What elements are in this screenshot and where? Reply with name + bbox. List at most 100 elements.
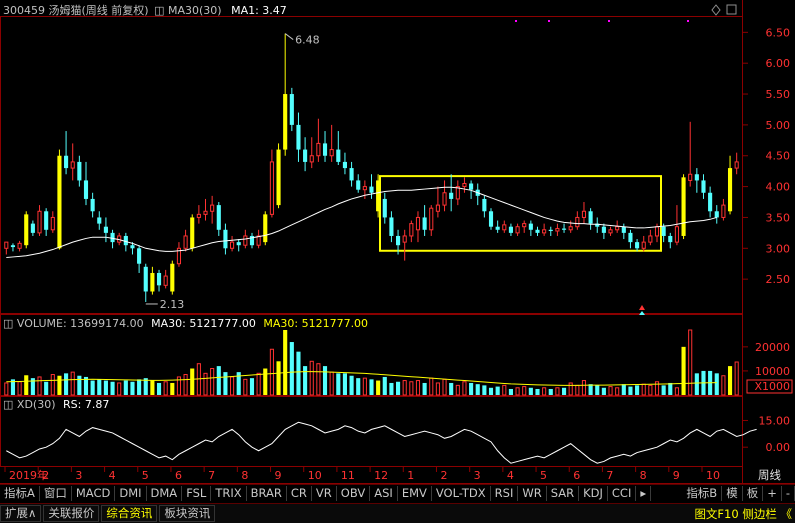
candle-body [203, 210, 208, 215]
indicator-tab-5[interactable]: FSL [182, 486, 212, 501]
volume-bar [429, 377, 434, 396]
volume-bar [44, 381, 49, 395]
indicator-tab-18[interactable]: CCI [608, 486, 637, 501]
ma-box-icon[interactable]: ◫ [154, 4, 164, 17]
candle-body [654, 226, 660, 237]
volume-bar [156, 382, 162, 395]
volume-bar [296, 351, 301, 395]
period-tab-weekly[interactable]: 周线 [744, 468, 795, 483]
volume-bar [70, 371, 75, 396]
volume-value: VOLUME: 13699174.00 [16, 317, 144, 330]
indicator-right-3[interactable]: + [763, 486, 782, 501]
volume-bar [475, 384, 480, 395]
volume-bar [694, 373, 699, 395]
volume-bar [90, 380, 95, 395]
volume-bar [581, 380, 587, 396]
candle-body [488, 211, 494, 227]
volume-bar [137, 379, 142, 395]
candle-body [648, 235, 653, 243]
diamond-icon[interactable] [711, 4, 721, 16]
indicator-tab-1[interactable]: 窗口 [40, 486, 72, 501]
chart-canvas[interactable]: 6.48 2.13 6.50 6.00 5.50 5.00 4.50 4.00 3.50 3.0… [0, 0, 795, 522]
indicator-tab-3[interactable]: DMI [115, 486, 147, 501]
indicator-tab-10[interactable]: OBV [337, 486, 371, 501]
volume-bar [322, 366, 328, 395]
volume-bar [608, 386, 613, 396]
volume-box-icon[interactable]: ◫ [3, 317, 13, 330]
indicator-right-4[interactable]: - [782, 486, 795, 501]
indicator-tab-8[interactable]: CR [287, 486, 312, 501]
candle-body [10, 245, 16, 248]
candle-body [263, 214, 268, 243]
indicator-tab-16[interactable]: SAR [547, 486, 580, 501]
bottom-bar: 扩展∧ 关联报价 综合资讯 板块资讯 图文F10 侧边栏 《 [0, 503, 795, 523]
candle-body [615, 226, 620, 231]
volume-bar [674, 387, 679, 396]
related-quotes-tab[interactable]: 关联报价 [43, 505, 100, 522]
indicator-tab-0[interactable]: 指标A [0, 486, 40, 501]
volume-bar [376, 380, 381, 395]
sector-news-tab[interactable]: 板块资讯 [159, 505, 216, 522]
indicator-tab-14[interactable]: RSI [491, 486, 519, 501]
indicator-right-0[interactable]: 指标B [682, 486, 723, 501]
candle-body [508, 226, 513, 233]
volume-bar [548, 388, 553, 395]
triangle-right-icon[interactable]: ▸ [636, 486, 652, 501]
indicator-toolbar: 指标A 窗口 MACD DMI DMA FSL TRIX BRAR CR VR OBV ASI EMV V… [0, 484, 795, 502]
maximize-icon[interactable] [726, 4, 737, 15]
volume-bar [601, 387, 606, 395]
indicator-tab-7[interactable]: BRAR [247, 486, 287, 501]
volume-bar [555, 387, 560, 396]
indicator-tab-13[interactable]: VOL-TDX [432, 486, 491, 501]
price-tick-label: 4.50 [766, 150, 791, 163]
volume-bar [37, 376, 42, 396]
volume-bar [721, 375, 726, 396]
candle-body [621, 226, 626, 233]
indicator-tab-6[interactable]: TRIX [211, 486, 247, 501]
indicator-tab-4[interactable]: DMA [147, 486, 183, 501]
indicator-right-1[interactable]: 模 [722, 486, 743, 501]
indicator-tab-11[interactable]: ASI [370, 486, 398, 501]
signal-arrow-icon [639, 305, 645, 310]
volume-bar [515, 387, 520, 396]
price-tick-label: 5.50 [766, 88, 791, 101]
candle-body [641, 241, 646, 249]
volume-bar [449, 382, 454, 395]
date-tick-label: 3 [474, 469, 481, 482]
volume-bar [4, 382, 9, 396]
indicator-tab-17[interactable]: KDJ [579, 486, 608, 501]
candle-body [429, 207, 434, 231]
composite-news-tab[interactable]: 综合资讯 [101, 505, 158, 522]
candle-body [329, 149, 334, 157]
indicator-tab-15[interactable]: WR [518, 486, 547, 501]
volume-tick-label: 20000 [755, 341, 790, 354]
volume-bar [24, 375, 29, 395]
volume-bar [97, 379, 102, 395]
candle-body [515, 226, 520, 234]
candle-body [608, 229, 613, 234]
candle-body [442, 192, 447, 206]
candle-body [30, 223, 35, 233]
candle-body [190, 217, 195, 249]
volume-ma30-b: MA30: 5121777.00 [263, 317, 369, 330]
indicator-tab-2[interactable]: MACD [72, 486, 116, 501]
indicator-right-2[interactable]: 板 [743, 486, 764, 501]
date-tick-label: 1 [407, 469, 414, 482]
candle-body [336, 149, 341, 162]
volume-bar [230, 376, 235, 396]
volume-bar [249, 378, 255, 395]
f10-sidebar-link[interactable]: 图文F10 侧边栏 《 [694, 506, 795, 522]
volume-bar [316, 363, 321, 396]
volume-bar [263, 368, 268, 395]
xd-tick-label: 15.00 [759, 414, 791, 427]
volume-bar [57, 375, 62, 395]
volume-bar [123, 380, 128, 395]
price-tick-label: 2.50 [766, 273, 791, 286]
xd-box-icon[interactable]: ◫ [3, 398, 13, 411]
volume-bar [621, 384, 626, 395]
indicator-tab-12[interactable]: EMV [398, 486, 432, 501]
indicator-tab-9[interactable]: VR [312, 486, 337, 501]
volume-bar [342, 373, 347, 395]
candle-body [309, 155, 314, 163]
expand-button[interactable]: 扩展∧ [0, 505, 42, 522]
